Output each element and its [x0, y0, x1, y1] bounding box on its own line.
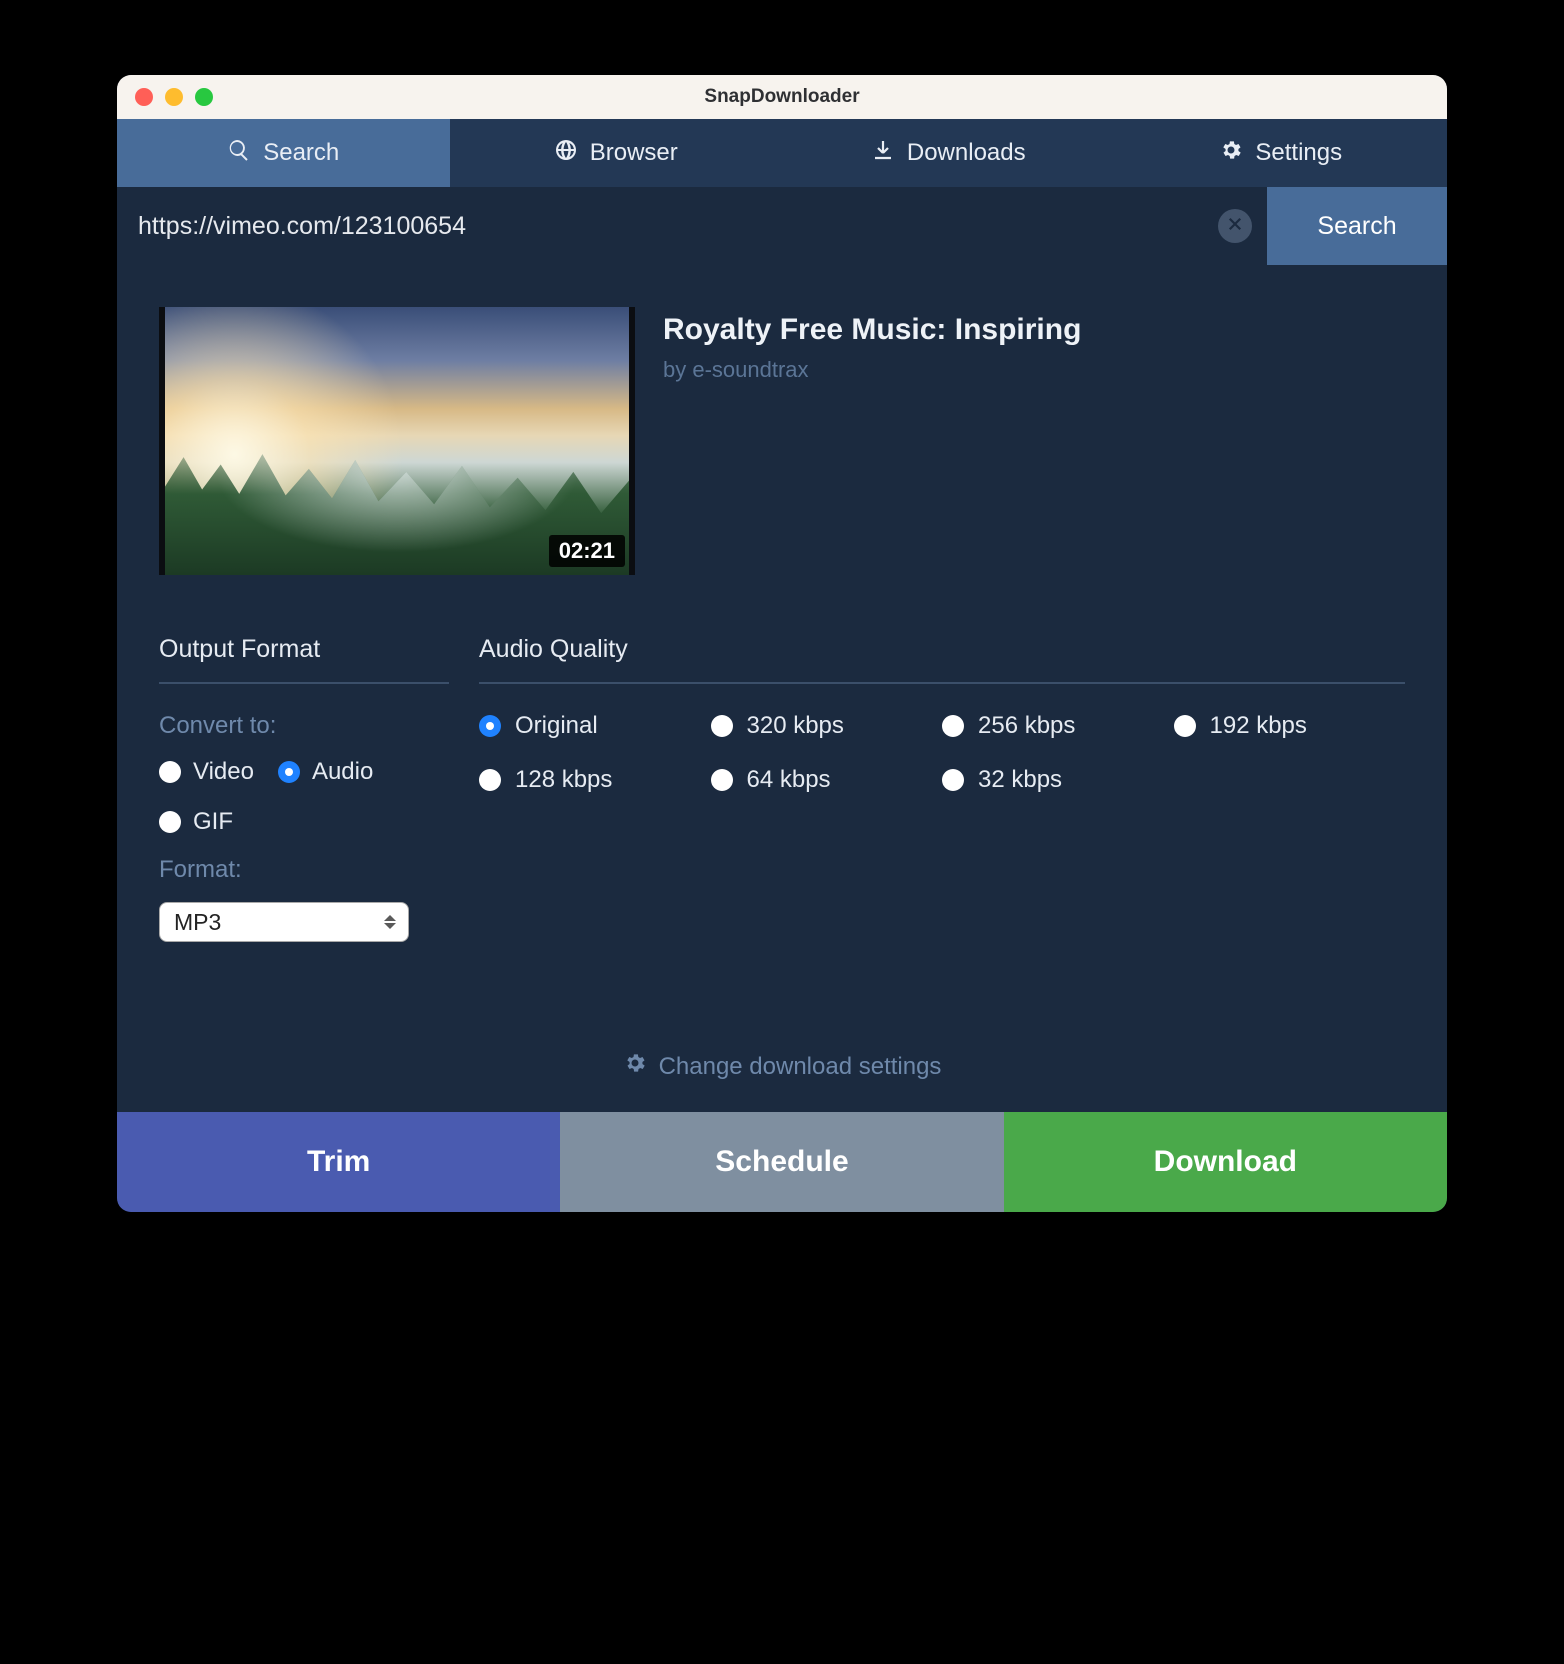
radio-icon: [159, 811, 181, 833]
search-button[interactable]: Search: [1267, 187, 1447, 265]
quality-option-192[interactable]: 192 kbps: [1174, 712, 1406, 740]
gear-icon: [1219, 138, 1243, 169]
quality-option-original[interactable]: Original: [479, 712, 711, 740]
convert-option-audio[interactable]: Audio: [278, 758, 373, 786]
tab-settings[interactable]: Settings: [1115, 119, 1448, 187]
close-window-button[interactable]: [135, 88, 153, 106]
format-label: Format:: [159, 856, 449, 884]
clear-input-button[interactable]: [1218, 209, 1252, 243]
gear-icon: [623, 1051, 647, 1082]
search-input-wrap: [117, 187, 1267, 265]
video-title: Royalty Free Music: Inspiring: [663, 313, 1081, 347]
radio-icon: [711, 715, 733, 737]
option-label: Video: [193, 758, 254, 786]
options-row: Output Format Convert to: Video Audio GI…: [159, 635, 1405, 942]
quality-option-256[interactable]: 256 kbps: [942, 712, 1174, 740]
schedule-button[interactable]: Schedule: [560, 1112, 1003, 1212]
radio-icon: [479, 715, 501, 737]
audio-quality-heading: Audio Quality: [479, 635, 1405, 684]
audio-quality-options: Original 320 kbps 256 kbps 192 kbps: [479, 712, 1405, 794]
option-label: GIF: [193, 808, 233, 836]
tab-label: Browser: [590, 139, 678, 167]
radio-icon: [479, 769, 501, 791]
option-label: 128 kbps: [515, 766, 612, 794]
titlebar: SnapDownloader: [117, 75, 1447, 119]
format-select[interactable]: MP3: [159, 902, 409, 942]
radio-icon: [711, 769, 733, 791]
button-label: Schedule: [715, 1145, 848, 1179]
globe-icon: [554, 138, 578, 169]
app-window: SnapDownloader Search Browser Downloads …: [117, 75, 1447, 1212]
change-settings-label: Change download settings: [659, 1053, 942, 1081]
quality-option-32[interactable]: 32 kbps: [942, 766, 1174, 794]
convert-option-gif[interactable]: GIF: [159, 808, 233, 836]
option-label: Audio: [312, 758, 373, 786]
close-icon: [1226, 215, 1244, 238]
radio-icon: [1174, 715, 1196, 737]
button-label: Trim: [307, 1145, 370, 1179]
traffic-lights: [117, 88, 213, 106]
search-button-label: Search: [1317, 212, 1396, 241]
minimize-window-button[interactable]: [165, 88, 183, 106]
fullscreen-window-button[interactable]: [195, 88, 213, 106]
tab-label: Settings: [1255, 139, 1342, 167]
option-label: 320 kbps: [747, 712, 844, 740]
video-result: 02:21 Royalty Free Music: Inspiring by e…: [159, 307, 1405, 575]
quality-option-128[interactable]: 128 kbps: [479, 766, 711, 794]
tab-downloads[interactable]: Downloads: [782, 119, 1115, 187]
option-label: 192 kbps: [1210, 712, 1307, 740]
action-bar: Trim Schedule Download: [117, 1112, 1447, 1212]
download-icon: [871, 138, 895, 169]
quality-option-64[interactable]: 64 kbps: [711, 766, 943, 794]
format-value: MP3: [174, 909, 221, 936]
video-meta: Royalty Free Music: Inspiring by e-sound…: [663, 307, 1081, 575]
radio-icon: [942, 715, 964, 737]
trim-button[interactable]: Trim: [117, 1112, 560, 1212]
download-button[interactable]: Download: [1004, 1112, 1447, 1212]
tab-browser[interactable]: Browser: [450, 119, 783, 187]
window-title: SnapDownloader: [117, 86, 1447, 108]
radio-icon: [159, 761, 181, 783]
convert-to-label: Convert to:: [159, 712, 449, 740]
url-input[interactable]: [138, 212, 1218, 241]
tab-label: Downloads: [907, 139, 1026, 167]
option-label: 32 kbps: [978, 766, 1062, 794]
option-label: Original: [515, 712, 598, 740]
content-area: 02:21 Royalty Free Music: Inspiring by e…: [117, 265, 1447, 1025]
option-label: 64 kbps: [747, 766, 831, 794]
search-bar: Search: [117, 187, 1447, 265]
change-download-settings-link[interactable]: Change download settings: [117, 1025, 1447, 1112]
button-label: Download: [1154, 1145, 1297, 1179]
radio-icon: [942, 769, 964, 791]
chevron-up-down-icon: [384, 915, 396, 929]
quality-option-320[interactable]: 320 kbps: [711, 712, 943, 740]
video-author: by e-soundtrax: [663, 357, 1081, 383]
tab-label: Search: [263, 139, 339, 167]
video-duration: 02:21: [549, 535, 625, 567]
radio-icon: [278, 761, 300, 783]
convert-option-video[interactable]: Video: [159, 758, 254, 786]
output-format-panel: Output Format Convert to: Video Audio GI…: [159, 635, 449, 942]
output-format-heading: Output Format: [159, 635, 449, 684]
tab-search[interactable]: Search: [117, 119, 450, 187]
search-icon: [227, 138, 251, 169]
convert-to-options: Video Audio GIF: [159, 758, 449, 836]
option-label: 256 kbps: [978, 712, 1075, 740]
audio-quality-panel: Audio Quality Original 320 kbps 256 kbps: [479, 635, 1405, 942]
video-thumbnail[interactable]: 02:21: [159, 307, 635, 575]
main-tabs: Search Browser Downloads Settings: [117, 119, 1447, 187]
